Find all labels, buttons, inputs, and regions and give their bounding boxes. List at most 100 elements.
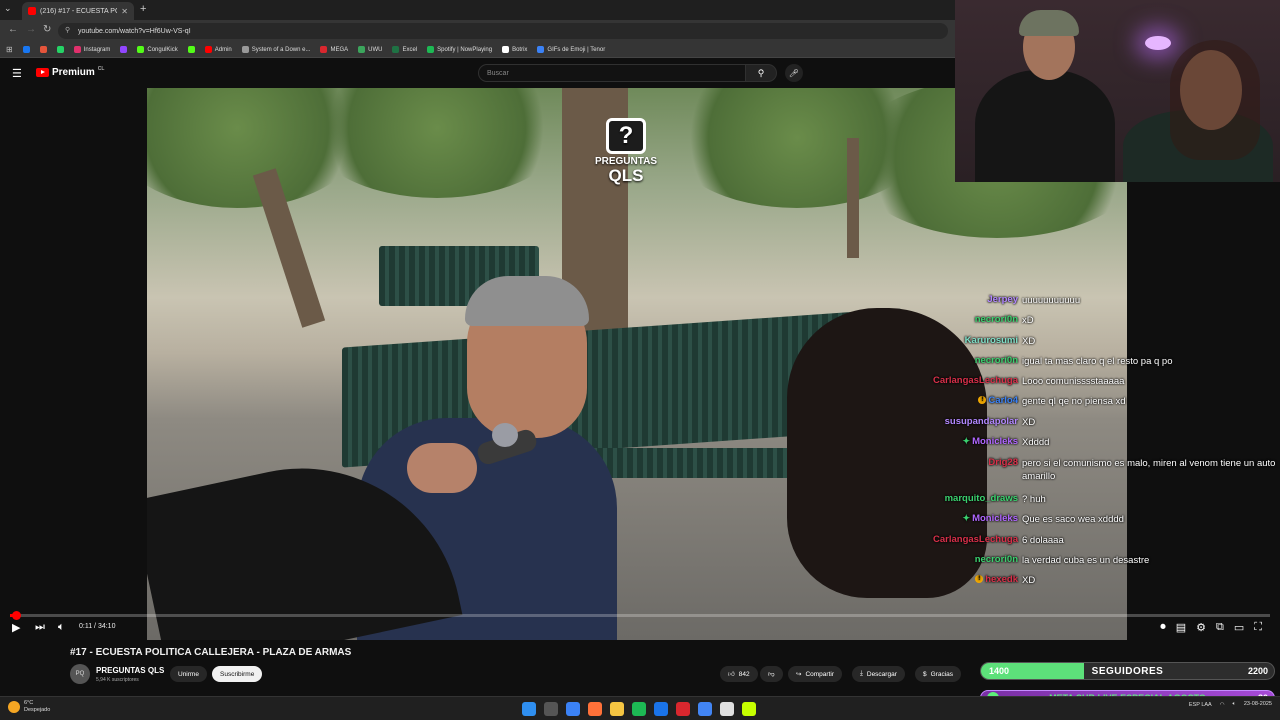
windows-taskbar: 6°C Despejado ESP LAA ◠ 🔈︎ 23-08-2025 — [0, 696, 1280, 720]
thanks-button[interactable]: $ Gracias — [915, 666, 962, 682]
clock-date[interactable]: 23-08-2025 — [1244, 701, 1272, 708]
bookmark-favicon-icon — [241, 46, 249, 53]
bookmark-favicon-icon — [137, 46, 145, 53]
bookmark-favicon-icon — [392, 46, 400, 53]
tree-trunk — [847, 138, 859, 258]
streamer-left-body — [975, 70, 1115, 182]
bookmark-item[interactable] — [56, 46, 64, 53]
close-tab-icon[interactable]: ✕ — [121, 7, 128, 16]
app-icon[interactable] — [566, 702, 580, 716]
voice-search-button[interactable]: 🎤︎ — [785, 64, 803, 82]
chat-username-text: Monicleks — [972, 513, 1018, 524]
weather-widget[interactable]: 6°C Despejado — [8, 700, 50, 714]
bookmark-item[interactable]: Instagram — [73, 46, 110, 53]
dislike-button[interactable]: 👎︎ — [760, 666, 783, 682]
bookmark-item[interactable]: Excel — [392, 46, 417, 53]
youtube-logo[interactable]: Premium CL — [36, 66, 104, 78]
bookmark-item[interactable]: Spotify | NowPlaying — [427, 46, 492, 53]
bookmark-item[interactable]: Admin — [204, 46, 232, 53]
bookmark-item[interactable] — [22, 46, 30, 53]
bookmark-item[interactable]: GIFs de Emoji | Tenor — [537, 46, 605, 53]
play-icon[interactable]: ▶ — [12, 621, 20, 634]
new-tab-icon[interactable]: + — [140, 3, 146, 15]
download-icon: ⤓ — [860, 670, 863, 677]
bookmark-label: MEGA — [330, 46, 349, 53]
theater-icon[interactable]: ▭ — [1234, 621, 1244, 634]
interviewer-hand — [407, 443, 477, 493]
captions-icon[interactable]: ▤ — [1176, 621, 1186, 634]
fullscreen-icon[interactable]: ⛶ — [1254, 621, 1262, 634]
progress-scrubber[interactable] — [12, 611, 22, 620]
app-icon[interactable] — [742, 702, 756, 716]
chat-message-text: XD — [1022, 417, 1036, 428]
like-button[interactable]: 👍︎ 842 — [720, 666, 758, 682]
file-explorer-icon[interactable] — [610, 702, 624, 716]
bookmark-item[interactable]: UWU — [358, 46, 382, 53]
bookmark-label: CongulKick — [147, 46, 178, 53]
app-icon[interactable] — [720, 702, 734, 716]
followers-goal-label: SEGUIDORES — [1091, 665, 1164, 677]
apps-icon[interactable]: ⊞ — [6, 45, 13, 54]
streamer-right-hair — [1170, 40, 1260, 160]
firefox-icon[interactable] — [588, 702, 602, 716]
forward-icon[interactable]: → — [26, 24, 36, 35]
bookmark-item[interactable]: CongulKick — [137, 46, 178, 53]
tab-search-icon[interactable]: ⌄ — [4, 3, 12, 14]
join-button[interactable]: Unirme — [170, 666, 207, 682]
chat-username-text: necrori0n — [974, 554, 1018, 565]
search-button[interactable]: ⚲ — [745, 64, 777, 82]
tree-foliage — [307, 88, 567, 198]
miniplayer-icon[interactable]: ⧉ — [1216, 621, 1224, 634]
volume-icon[interactable]: 🔈︎ — [58, 621, 65, 634]
wifi-icon[interactable]: ◠ — [1220, 702, 1225, 708]
bookmark-item[interactable]: Botrix — [502, 46, 527, 53]
chrome-icon[interactable] — [698, 702, 712, 716]
chat-message: Jerpey uuuuuuuuuuu — [880, 294, 1280, 307]
chat-username-text: Drig28 — [988, 457, 1018, 468]
chat-message: CarlangasLechuga 6 dolaaaa — [880, 534, 1280, 547]
channel-avatar[interactable]: PQ — [70, 664, 90, 684]
app-icon[interactable] — [676, 702, 690, 716]
chat-badge-icon: ! — [978, 396, 987, 405]
bookmark-favicon-icon — [502, 46, 510, 53]
start-icon[interactable] — [522, 702, 536, 716]
volume-tray-icon[interactable]: 🔈︎ — [1233, 701, 1236, 708]
chat-username-text: hexedk — [985, 574, 1018, 585]
chat-message-text: XD — [1022, 575, 1036, 586]
preguntas-qls-overlay-logo: ? PREGUNTAS QLS — [589, 118, 663, 184]
bookmark-item[interactable] — [187, 46, 195, 53]
language-indicator[interactable]: ESP LAA — [1189, 702, 1212, 708]
chat-message: Drig28 pero si el comunismo es malo, mire… — [880, 457, 1280, 483]
chat-badge-icon: ! — [975, 575, 984, 584]
back-icon[interactable]: ← — [8, 24, 18, 35]
autoplay-toggle-icon[interactable]: ⏺ — [1160, 621, 1166, 634]
search-input[interactable]: Buscar — [478, 64, 746, 82]
bookmark-favicon-icon — [537, 46, 545, 53]
settings-icon[interactable]: ⚙ — [1196, 621, 1206, 634]
spotify-icon[interactable] — [632, 702, 646, 716]
task-view-icon[interactable] — [544, 702, 558, 716]
site-info-icon[interactable]: ⚲ — [65, 26, 70, 34]
streamer-left-cap — [1019, 10, 1079, 36]
bookmark-label: Botrix — [512, 46, 528, 53]
browser-tab[interactable]: (216) #17 - ECUESTA POLITICA ✕ — [22, 2, 134, 20]
steam-icon[interactable] — [654, 702, 668, 716]
bookmark-label: Admin — [214, 46, 232, 53]
chat-message-text: igual ta mas claro q el resto pa q po — [1022, 356, 1173, 367]
menu-icon[interactable]: ☰ — [12, 67, 22, 80]
chat-username: CarlangasLechuga — [880, 534, 1022, 547]
bookmark-item[interactable] — [39, 46, 47, 53]
next-icon[interactable]: ⏭ — [35, 621, 45, 634]
url-field[interactable]: ⚲ youtube.com/watch?v=Hf6Uw-VS-qI — [58, 23, 948, 39]
followers-goal-min: 1400 — [989, 666, 1010, 676]
bookmark-item[interactable]: MEGA — [320, 46, 348, 53]
share-icon: ↪ — [796, 671, 802, 678]
video-progress-bar[interactable] — [10, 611, 1270, 620]
bookmark-item[interactable]: System of a Down e... — [241, 46, 310, 53]
subscribe-button[interactable]: Suscribirme — [212, 666, 263, 682]
bookmark-item[interactable] — [120, 46, 128, 53]
share-button[interactable]: ↪ Compartir — [788, 666, 842, 682]
channel-name[interactable]: PREGUNTAS QLS — [96, 666, 164, 675]
reload-icon[interactable]: ↻ — [43, 24, 51, 35]
download-button[interactable]: ⤓ Descargar — [852, 666, 905, 682]
